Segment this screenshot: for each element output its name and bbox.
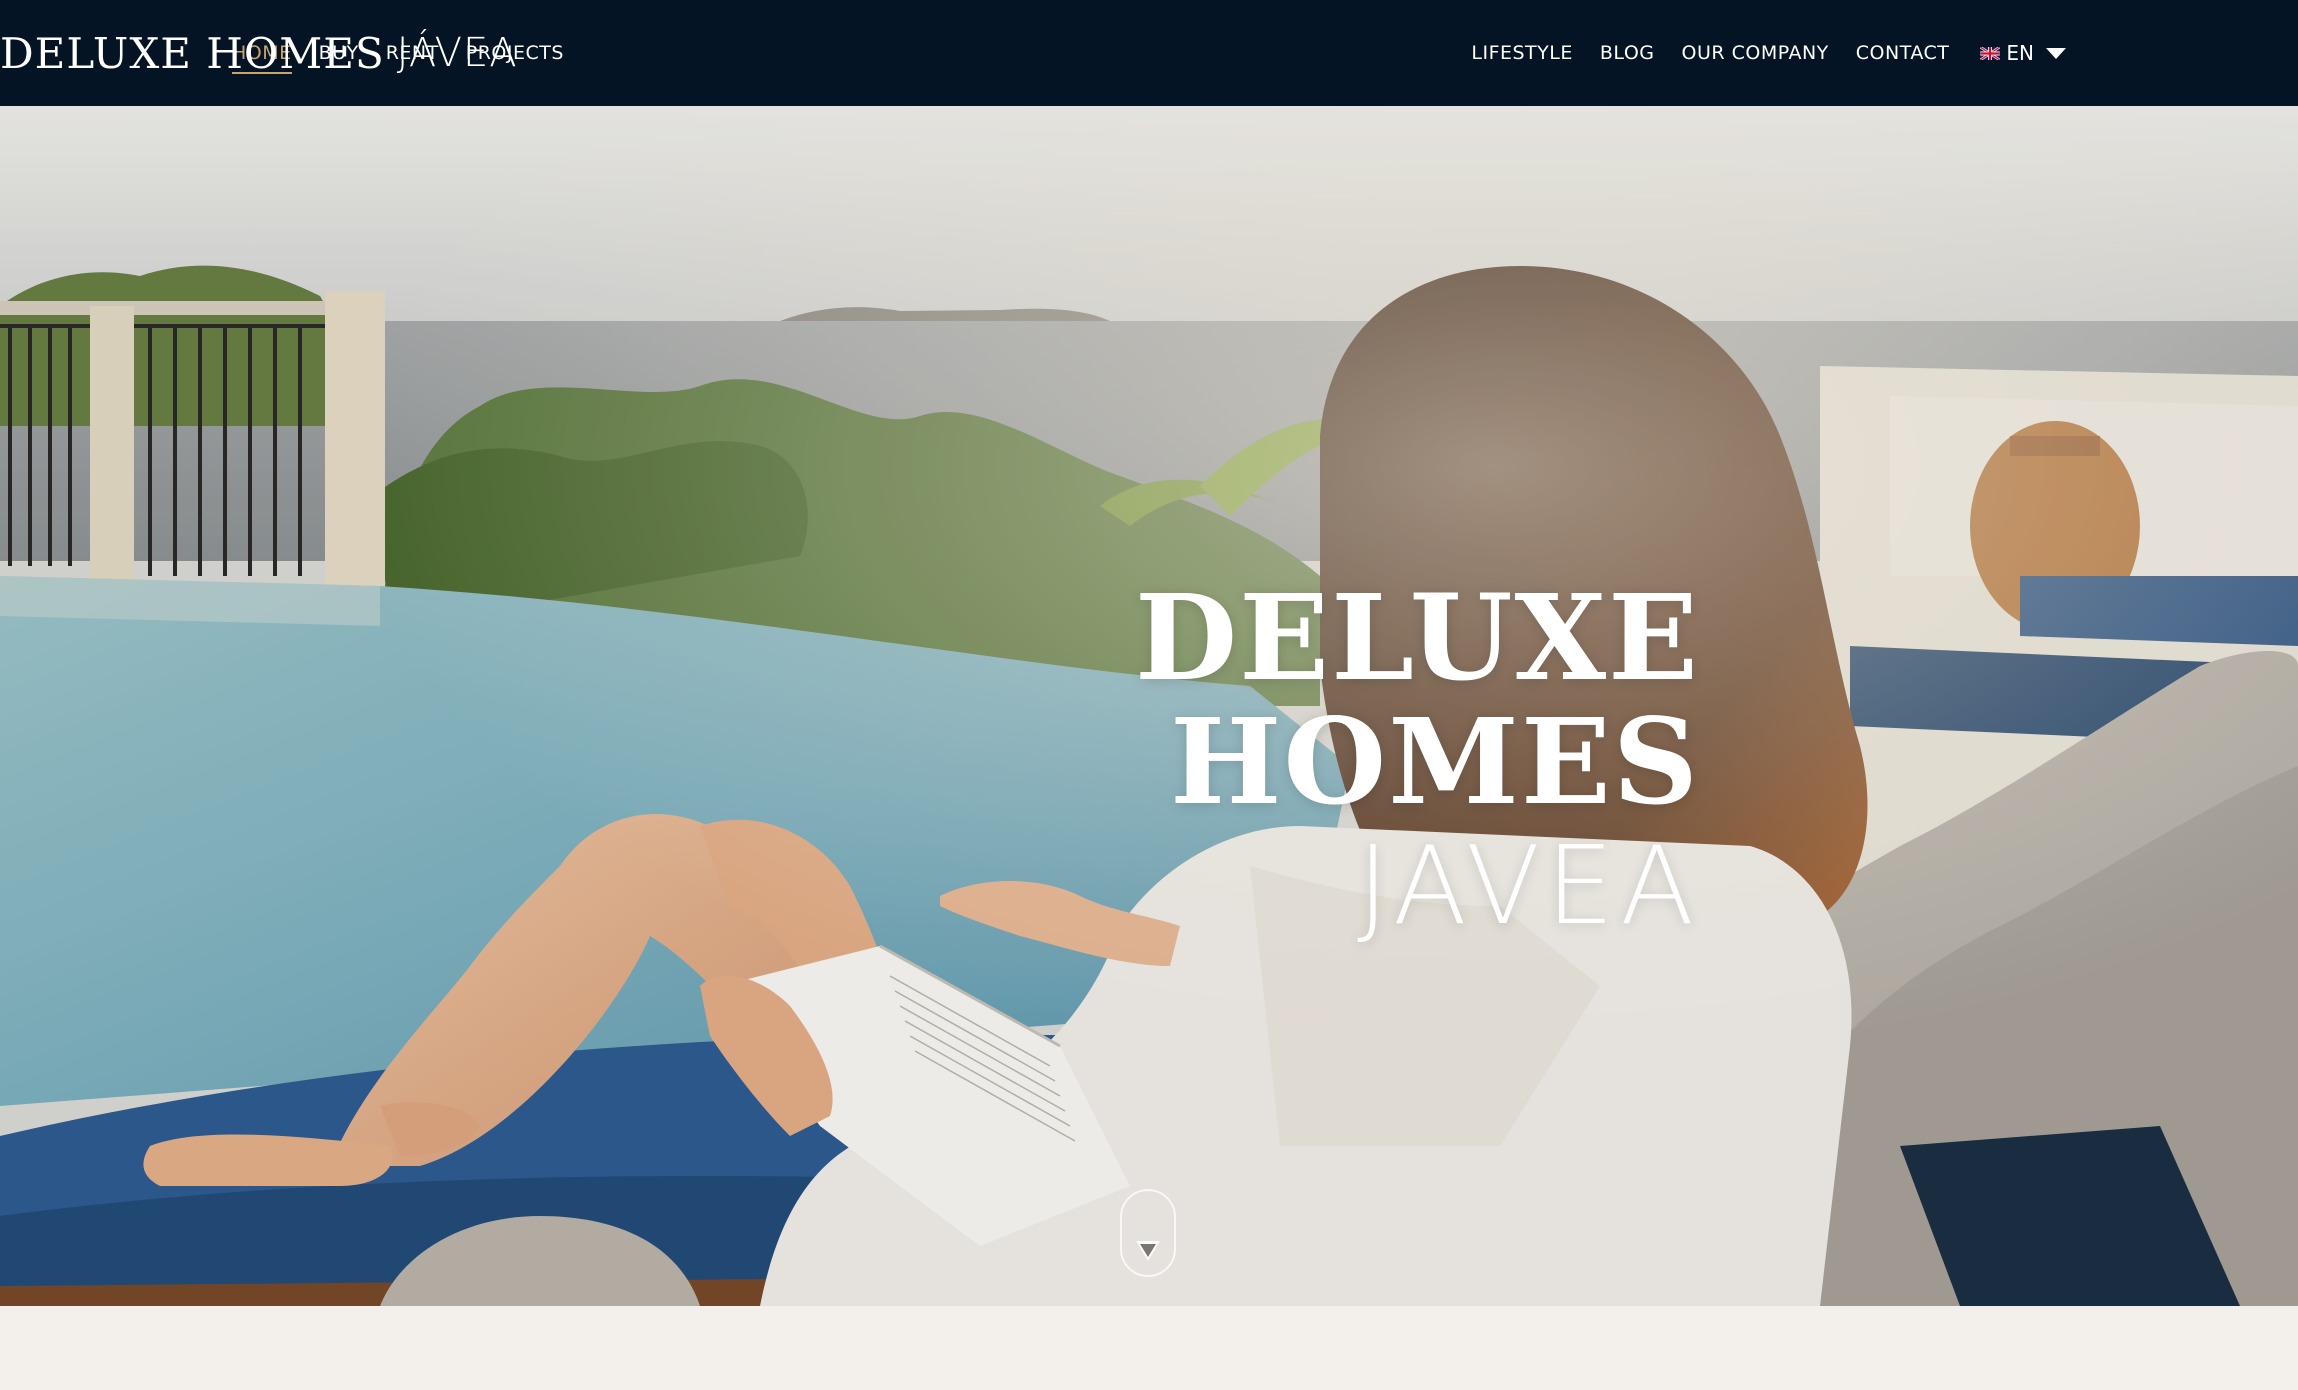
language-label: EN xyxy=(2006,41,2034,65)
nav-our-company-link[interactable]: OUR COMPANY xyxy=(1682,36,1829,70)
uk-flag-icon xyxy=(1980,46,2001,60)
hero-title-line1: DELUXE HOMES xyxy=(1134,568,1700,831)
hero-title: DELUXE HOMES JAVEA xyxy=(600,568,1700,949)
brand-secondary-text: JÁVEA xyxy=(396,30,518,76)
primary-nav-right: LIFESTYLE BLOG OUR COMPANY CONTACT EN xyxy=(1471,0,2066,106)
top-navigation-bar: HOME BUY RENT PROJECTS DELUXE HOMES JÁVE… xyxy=(0,0,2298,106)
hero-section: DELUXE HOMES JAVEA xyxy=(0,106,2298,1306)
next-section-strip xyxy=(0,1306,2298,1390)
language-selector[interactable]: EN xyxy=(1980,41,2066,65)
hero-title-line2: JAVEA xyxy=(1357,823,1700,949)
brand-primary-text: DELUXE HOMES xyxy=(0,28,385,78)
nav-lifestyle-link[interactable]: LIFESTYLE xyxy=(1471,36,1573,70)
caret-down-icon xyxy=(2046,47,2066,59)
nav-blog-link[interactable]: BLOG xyxy=(1600,36,1655,70)
scroll-down-button[interactable] xyxy=(1120,1189,1176,1277)
chevron-down-icon xyxy=(1136,1241,1160,1261)
nav-contact-link[interactable]: CONTACT xyxy=(1856,36,1950,70)
